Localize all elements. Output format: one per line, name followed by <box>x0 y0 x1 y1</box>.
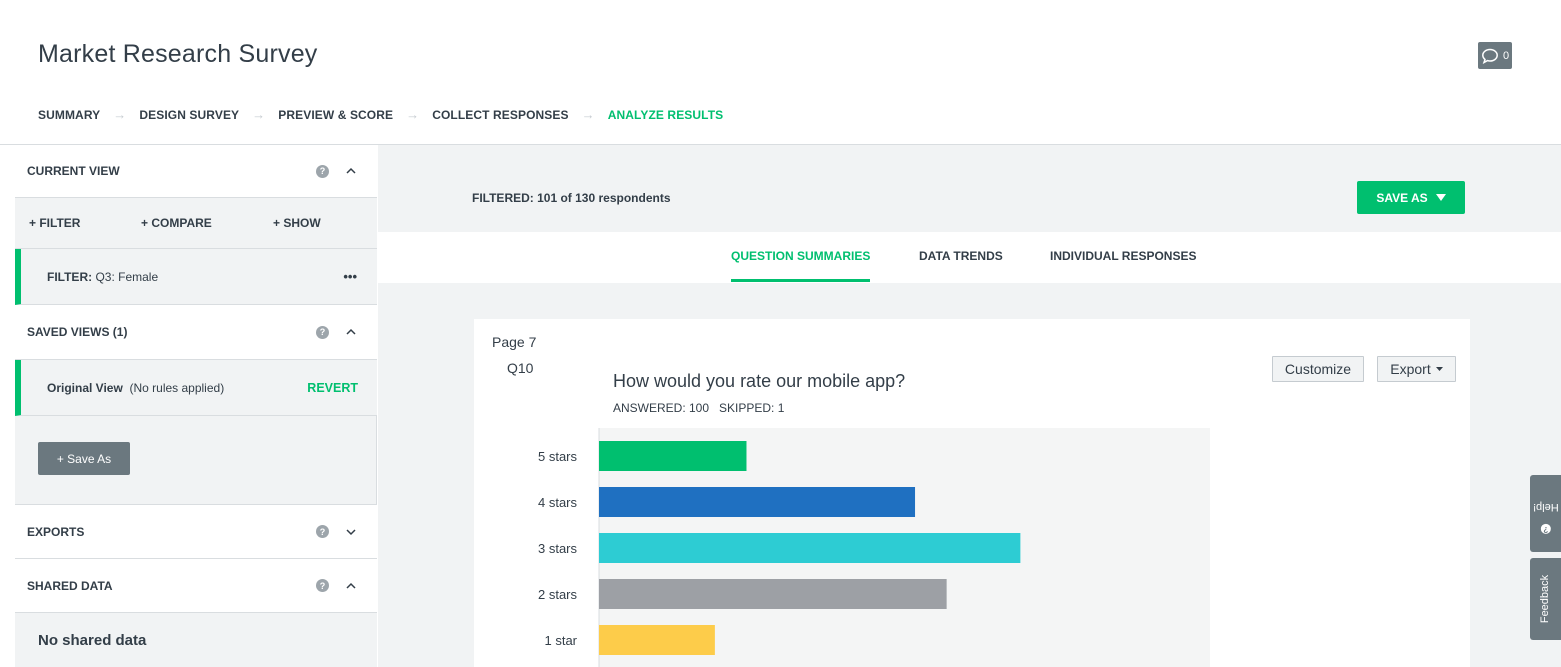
original-view-name: Original View <box>47 380 123 395</box>
saved-view-original[interactable]: Original View (No rules applied) REVERT <box>15 360 377 416</box>
step-collect-responses[interactable]: COLLECT RESPONSES <box>432 97 568 145</box>
shared-data-label: SHARED DATA <box>27 578 113 593</box>
help-side-tab[interactable]: ? Help! <box>1530 475 1561 552</box>
category-label: 1 star <box>544 633 577 648</box>
revert-link[interactable]: REVERT <box>307 381 358 395</box>
feedback-side-tab[interactable]: Feedback <box>1530 558 1561 640</box>
main-content: FILTERED: 101 of 130 respondents SAVE AS… <box>378 145 1561 667</box>
comment-count: 0 <box>1502 49 1510 62</box>
exports-label: EXPORTS <box>27 524 85 539</box>
saved-views-header[interactable]: SAVED VIEWS (1) ? <box>15 305 377 360</box>
chevron-up-icon[interactable] <box>345 580 357 592</box>
tab-individual-responses[interactable]: INDIVIDUAL RESPONSES <box>1050 249 1196 263</box>
category-label: 5 stars <box>538 449 578 464</box>
bar-2-stars[interactable] <box>599 579 947 609</box>
arrow-right-icon: → <box>252 107 266 122</box>
tab-question-summaries[interactable]: QUESTION SUMMARIES <box>731 249 871 282</box>
tab-data-trends[interactable]: DATA TRENDS <box>919 249 1003 263</box>
view-actions: + FILTER + COMPARE + SHOW <box>15 198 377 249</box>
chevron-down-icon[interactable] <box>345 526 357 538</box>
arrow-right-icon: → <box>581 107 595 122</box>
save-as-dropdown-button[interactable]: SAVE AS <box>1357 181 1465 214</box>
category-label: 4 stars <box>538 495 578 510</box>
current-view-header[interactable]: CURRENT VIEW ? <box>15 145 377 198</box>
add-compare-button[interactable]: + COMPARE <box>141 216 273 230</box>
help-icon[interactable]: ? <box>316 525 329 538</box>
shared-data-header[interactable]: SHARED DATA ? <box>15 559 377 613</box>
original-view-note: (No rules applied) <box>129 380 225 395</box>
more-options-icon[interactable]: ••• <box>343 269 357 284</box>
add-filter-button[interactable]: + FILTER <box>29 216 141 230</box>
sidebar: CURRENT VIEW ? + FILTER + COMPARE + SHOW… <box>15 145 377 667</box>
survey-steps-nav: SUMMARY → DESIGN SURVEY → PREVIEW & SCOR… <box>38 97 724 147</box>
rating-bar-chart: 5 stars 4 stars 3 stars 2 stars 1 star <box>538 428 1210 667</box>
filter-value: Q3: Female <box>95 269 159 284</box>
bar-5-stars[interactable] <box>599 441 747 471</box>
bar-4-stars[interactable] <box>599 487 916 517</box>
current-view-label: CURRENT VIEW <box>27 164 120 178</box>
help-icon[interactable]: ? <box>316 579 329 592</box>
comment-icon <box>1481 48 1498 64</box>
step-design-survey[interactable]: DESIGN SURVEY <box>139 97 239 145</box>
results-tabs: QUESTION SUMMARIES DATA TRENDS INDIVIDUA… <box>378 232 1561 283</box>
feedback-label: Feedback <box>1539 574 1552 624</box>
question-card: Page 7 Q10 How would you rate our mobile… <box>474 319 1470 667</box>
filter-status-bar: FILTERED: 101 of 130 respondents SAVE AS <box>378 145 1561 232</box>
step-summary[interactable]: SUMMARY <box>38 97 100 145</box>
filter-prefix: FILTER: <box>47 269 93 284</box>
step-analyze-results[interactable]: ANALYZE RESULTS <box>607 97 724 147</box>
save-as-label: SAVE AS <box>1376 190 1428 205</box>
help-label: Help! <box>1532 500 1559 513</box>
no-shared-data-text: No shared data <box>15 613 377 667</box>
saved-views-label: SAVED VIEWS (1) <box>27 325 128 339</box>
arrow-right-icon: → <box>113 107 127 122</box>
help-circle-icon: ? <box>1540 523 1551 534</box>
filter-rule: FILTER: Q3: Female <box>47 270 343 284</box>
bar-1-star[interactable] <box>599 625 715 655</box>
save-as-view-button[interactable]: + Save As <box>38 442 130 475</box>
help-icon[interactable]: ? <box>316 164 329 178</box>
comments-button[interactable]: 0 <box>1478 42 1512 69</box>
category-label: 2 stars <box>538 587 578 602</box>
arrow-right-icon: → <box>406 107 420 122</box>
exports-header[interactable]: EXPORTS ? <box>15 504 377 559</box>
add-show-button[interactable]: + SHOW <box>273 216 321 230</box>
caret-down-icon <box>1435 194 1446 201</box>
bar-3-stars[interactable] <box>599 533 1021 563</box>
filter-rule-row[interactable]: FILTER: Q3: Female ••• <box>15 249 377 305</box>
saved-view-label: Original View (No rules applied) <box>47 381 307 395</box>
chevron-up-icon[interactable] <box>345 326 357 338</box>
page-title: Market Research Survey <box>38 40 318 68</box>
chevron-up-icon[interactable] <box>345 165 357 177</box>
step-preview-score[interactable]: PREVIEW & SCORE <box>278 97 393 145</box>
category-label: 3 stars <box>538 541 578 556</box>
help-icon[interactable]: ? <box>316 325 329 339</box>
filtered-respondents: FILTERED: 101 of 130 respondents <box>472 191 671 205</box>
